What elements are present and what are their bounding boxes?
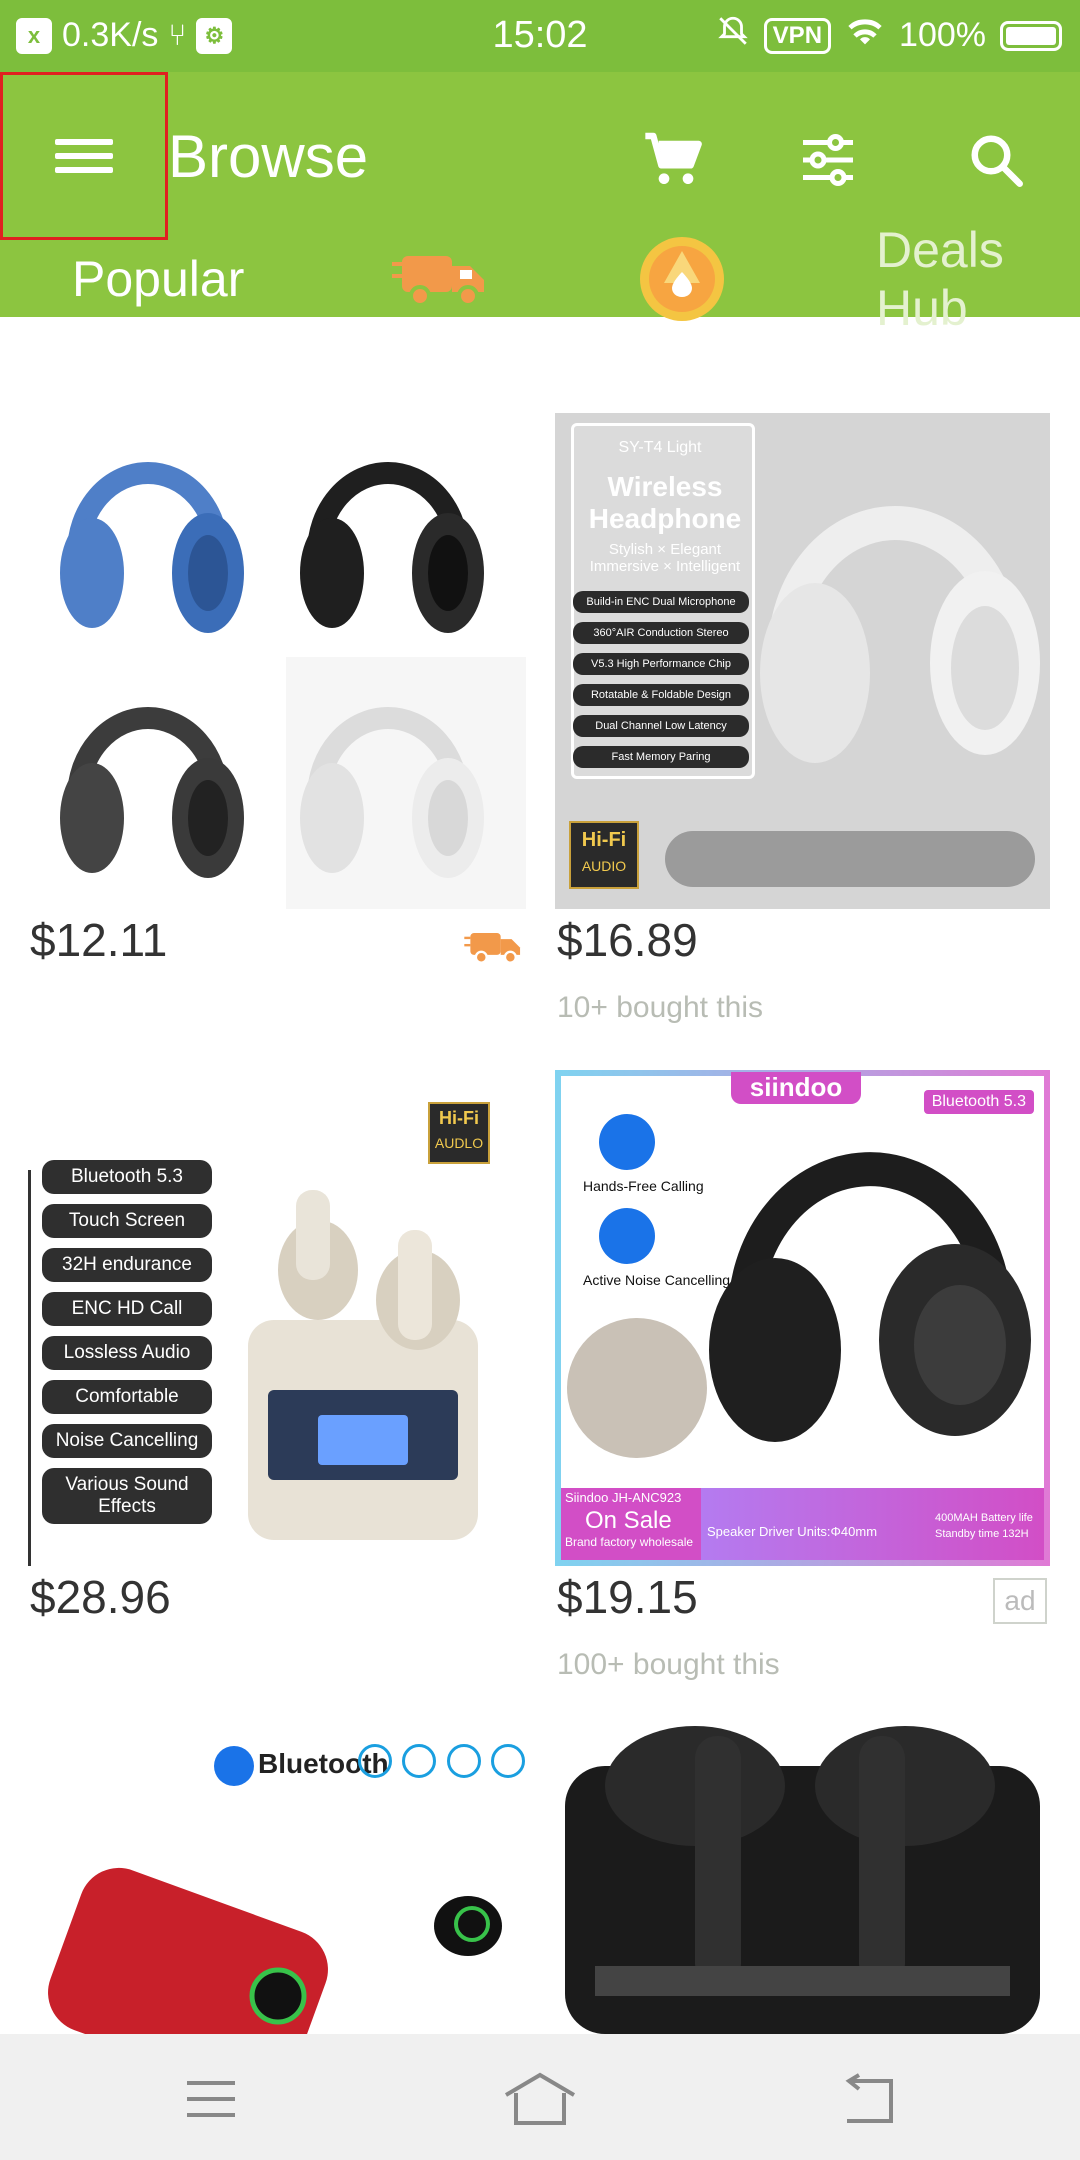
earbuds-graphic <box>565 1726 1040 2034</box>
app-bar: Browse Popular Deals Hub <box>0 72 1080 336</box>
feature-item: ENC HD Call <box>42 1292 212 1326</box>
hamburger-icon <box>55 131 113 181</box>
product-tagline: Stylish × Elegant Immersive × Intelligen… <box>589 541 741 575</box>
feature-item: Touch Screen <box>42 1204 212 1238</box>
feature-item: Rotatable & Foldable Design <box>573 684 749 706</box>
feature-calling: Hands-Free Calling <box>583 1178 704 1194</box>
usb-debug-icon: ⚙ <box>196 17 233 54</box>
search-button[interactable] <box>960 124 1032 196</box>
cart-button[interactable] <box>636 124 708 196</box>
feature-icons-row <box>358 1744 526 1778</box>
tab-free-shipping[interactable] <box>392 240 490 317</box>
feature-list: Bluetooth 5.3 Touch Screen 32H endurance… <box>42 1150 212 1534</box>
tab-popular[interactable]: Popular <box>72 240 244 317</box>
category-tabs: Popular Deals Hub <box>0 222 1080 336</box>
tab-deals-hub[interactable]: Deals Hub <box>876 222 1080 336</box>
product-headline: Wireless Headphone <box>588 471 742 534</box>
divider-line <box>28 1170 31 1566</box>
feature-item: Various Sound Effects <box>42 1468 212 1524</box>
sale-banner: Siindoo JH-ANC923 On Sale Brand factory … <box>561 1488 701 1560</box>
driver-spec: Speaker Driver Units:Φ40mm <box>707 1524 878 1539</box>
product-image[interactable] <box>28 413 526 909</box>
recents-button[interactable] <box>166 2054 256 2144</box>
product-price: $12.11 <box>30 914 168 966</box>
product-card[interactable] <box>555 1726 1055 2034</box>
product-model: SY-T4 Light <box>618 439 702 456</box>
bought-count: 10+ bought this <box>557 991 764 1024</box>
headphone-graphic <box>709 1152 1031 1442</box>
feature-list: Build-in ENC Dual Microphone 360°AIR Con… <box>573 591 749 777</box>
menu-icon <box>187 2081 235 2117</box>
status-bar: x 0.3K/s ⑂ ⚙ 15:02 VPN 100% <box>0 0 1080 72</box>
home-icon <box>504 2072 576 2125</box>
feature-item: Build-in ENC Dual Microphone <box>573 591 749 613</box>
product-price: $19.15 <box>557 1571 698 1623</box>
menu-button[interactable] <box>0 72 168 240</box>
feature-item: Noise Cancelling <box>42 1424 212 1458</box>
feature-item: 360°AIR Conduction Stereo <box>573 622 749 644</box>
earbuds-graphic <box>248 1190 478 1540</box>
coin-icon <box>640 236 724 321</box>
status-left: x 0.3K/s ⑂ ⚙ <box>16 16 233 55</box>
product-image[interactable]: siindoo Bluetooth 5.3 Hands-Free Calling… <box>555 1070 1050 1566</box>
product-image[interactable]: Bluetooth <box>28 1726 526 2034</box>
product-card[interactable]: siindoo Bluetooth 5.3 Hands-Free Calling… <box>555 1070 1055 1681</box>
tab-coins[interactable] <box>638 236 726 321</box>
brand-label: siindoo <box>731 1072 861 1104</box>
accessory-strip <box>665 831 1035 887</box>
feature-item: Lossless Audio <box>42 1336 212 1370</box>
product-card[interactable]: Bluetooth <box>28 1726 528 2034</box>
feature-item: Bluetooth 5.3 <box>42 1160 212 1194</box>
hifi-badge: Hi-Fi AUDIO <box>569 821 639 889</box>
page-title: Browse <box>168 123 369 190</box>
model-photo <box>567 1318 707 1458</box>
feature-item: Fast Memory Paring <box>573 746 749 768</box>
free-shipping-icon <box>464 927 524 972</box>
product-image[interactable]: Bluetooth 5.3 Touch Screen 32H endurance… <box>28 1070 526 1566</box>
battery-icon <box>1000 20 1062 51</box>
product-price: $28.96 <box>30 1571 171 1623</box>
feature-item: 32H endurance <box>42 1248 212 1282</box>
noise-cancel-icon <box>599 1208 655 1264</box>
wifi-icon <box>845 14 885 57</box>
status-right: VPN 100% <box>716 14 1062 57</box>
phone-icon <box>599 1114 655 1170</box>
back-icon <box>845 2073 893 2123</box>
product-image[interactable]: SY-T4 Light Wireless Headphone Stylish ×… <box>555 413 1050 909</box>
battery-percent: 100% <box>899 16 986 54</box>
system-nav-bar <box>0 2034 1080 2160</box>
active-tab-indicator <box>0 370 322 382</box>
battery-spec: 400MAH Battery life Standby time 132H <box>935 1512 1033 1540</box>
usb-icon: ⑂ <box>168 18 187 52</box>
mute-bell-icon <box>716 14 750 57</box>
feature-item: Comfortable <box>42 1380 212 1414</box>
product-price: $16.89 <box>557 914 698 966</box>
search-icon <box>971 135 1023 187</box>
back-button[interactable] <box>824 2054 914 2144</box>
cart-icon <box>645 132 702 184</box>
bluetooth-icon <box>214 1746 254 1786</box>
headphone-graphic <box>760 506 1040 763</box>
notification-x-icon: x <box>16 17 52 54</box>
ad-badge: ad <box>993 1578 1047 1624</box>
feature-item: V5.3 High Performance Chip <box>573 653 749 675</box>
delivery-truck-icon <box>392 255 484 307</box>
filter-button[interactable] <box>792 124 864 196</box>
vpn-indicator: VPN <box>763 17 832 54</box>
product-image[interactable] <box>555 1726 1050 2034</box>
product-card[interactable]: Bluetooth 5.3 Touch Screen 32H endurance… <box>28 1070 528 1623</box>
network-speed: 0.3K/s <box>62 16 159 54</box>
sliders-icon <box>803 133 853 187</box>
bought-count: 100+ bought this <box>557 1648 780 1681</box>
feature-item: Dual Channel Low Latency <box>573 715 749 737</box>
product-card[interactable]: SY-T4 Light Wireless Headphone Stylish ×… <box>555 413 1055 1024</box>
earbuds-case-graphic <box>48 1867 502 2034</box>
product-card[interactable]: $12.11 <box>28 413 528 966</box>
home-button[interactable] <box>495 2054 585 2144</box>
